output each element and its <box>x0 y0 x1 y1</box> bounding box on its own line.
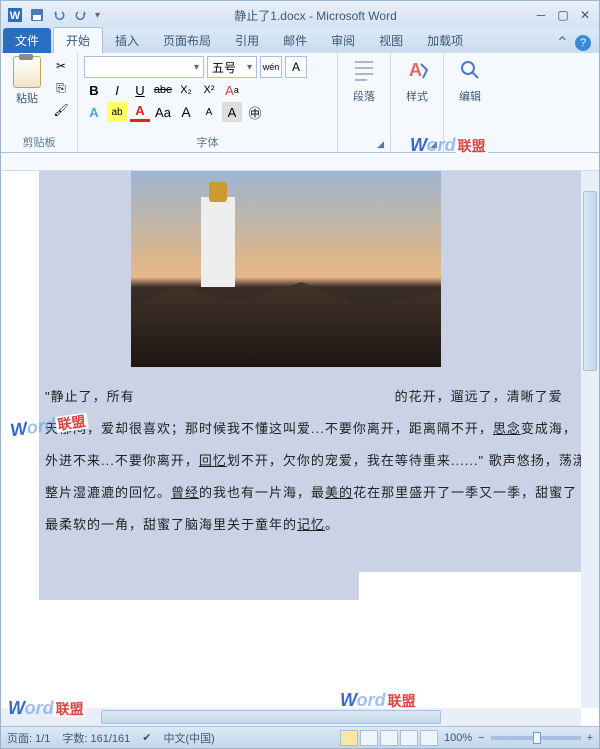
horizontal-scrollbar[interactable] <box>1 708 581 726</box>
page-indicator[interactable]: 页面: 1/1 <box>7 730 50 746</box>
clipboard-group-label: 剪贴板 <box>7 132 71 150</box>
full-screen-view[interactable] <box>360 730 378 746</box>
enclose-char-button[interactable]: ㊥ <box>245 102 265 122</box>
zoom-level[interactable]: 100% <box>444 732 472 744</box>
char-border-icon[interactable]: A <box>285 56 307 78</box>
underline-button[interactable]: U <box>130 80 150 100</box>
maximize-button[interactable]: ▢ <box>553 7 573 23</box>
language-indicator[interactable]: 中文(中国) <box>164 730 215 746</box>
paste-label: 粘贴 <box>16 90 38 106</box>
horizontal-ruler[interactable] <box>1 153 599 171</box>
group-font: ▾ 五号▾ wén A B I U abe X₂ X² Aa A ab <box>78 53 338 152</box>
char-shading-button[interactable]: A <box>222 102 242 122</box>
font-size-combo[interactable]: 五号▾ <box>207 56 257 78</box>
subscript-button[interactable]: X₂ <box>176 80 196 100</box>
paragraph-icon <box>352 56 376 86</box>
document-area: "静止了，所有的花开，遛远了，清晰了爱 天郁闷，爱却很喜欢；那时候我不懂这叫爱.… <box>1 153 599 726</box>
word-count[interactable]: 字数: 161/161 <box>62 730 130 746</box>
word-window: W ▾ 静止了1.docx - Microsoft Word ─ ▢ ✕ 文件 … <box>0 0 600 749</box>
change-case-button[interactable]: Aa <box>153 102 173 122</box>
redo-icon[interactable] <box>71 5 91 25</box>
font-name-combo[interactable]: ▾ <box>84 56 204 78</box>
document-text[interactable]: "静止了，所有的花开，遛远了，清晰了爱 天郁闷，爱却很喜欢；那时候我不懂这叫爱.… <box>45 381 581 541</box>
window-title: 静止了1.docx - Microsoft Word <box>100 7 531 24</box>
outline-view[interactable] <box>400 730 418 746</box>
ribbon-minimize-icon[interactable]: ⌃ <box>556 33 569 53</box>
close-button[interactable]: ✕ <box>575 7 595 23</box>
styles-button[interactable]: A样式 <box>397 56 437 148</box>
ribbon: 粘贴 ✂ ⎘ 🖌 剪贴板 ▾ 五号▾ wén A B <box>1 53 599 153</box>
group-clipboard: 粘贴 ✂ ⎘ 🖌 剪贴板 <box>1 53 78 152</box>
window-controls: ─ ▢ ✕ <box>531 7 595 23</box>
zoom-in-button[interactable]: + <box>587 732 593 744</box>
ribbon-tabs: 文件 开始 插入 页面布局 引用 邮件 审阅 视图 加载项 ⌃ ? <box>1 29 599 53</box>
embedded-image[interactable] <box>131 171 441 367</box>
tab-view[interactable]: 视图 <box>367 28 415 53</box>
highlight-button[interactable]: ab <box>107 102 127 122</box>
paste-button[interactable]: 粘贴 <box>7 56 47 132</box>
draft-view[interactable] <box>420 730 438 746</box>
tab-addins[interactable]: 加载项 <box>415 28 475 53</box>
cut-icon[interactable]: ✂ <box>51 56 71 76</box>
tab-file[interactable]: 文件 <box>3 28 51 53</box>
tab-references[interactable]: 引用 <box>223 28 271 53</box>
quick-access-toolbar: W ▾ <box>5 5 100 25</box>
page-viewport[interactable]: "静止了，所有的花开，遛远了，清晰了爱 天郁闷，爱却很喜欢；那时候我不懂这叫爱.… <box>1 171 581 708</box>
bold-button[interactable]: B <box>84 80 104 100</box>
shrink-font-button[interactable]: A <box>199 102 219 122</box>
tab-home[interactable]: 开始 <box>53 27 103 53</box>
format-painter-icon[interactable]: 🖌 <box>51 100 71 120</box>
find-icon <box>458 56 482 86</box>
phonetic-guide-icon[interactable]: wén <box>260 56 282 78</box>
hscroll-thumb[interactable] <box>101 710 441 724</box>
superscript-button[interactable]: X² <box>199 80 219 100</box>
undo-icon[interactable] <box>49 5 69 25</box>
style-launcher[interactable]: ◢ <box>430 139 437 150</box>
tab-insert[interactable]: 插入 <box>103 28 151 53</box>
font-color-button[interactable]: A <box>130 102 150 122</box>
paragraph-button[interactable]: 段落 <box>344 56 384 148</box>
text-effect-button[interactable]: A <box>84 102 104 122</box>
zoom-slider[interactable] <box>491 736 581 740</box>
tab-review[interactable]: 审阅 <box>319 28 367 53</box>
clear-format-button[interactable]: Aa <box>222 80 242 100</box>
grow-font-button[interactable]: A <box>176 102 196 122</box>
svg-text:A: A <box>409 60 422 80</box>
styles-icon: A <box>405 56 429 86</box>
group-paragraph: 段落 ◢ <box>338 53 391 152</box>
strike-button[interactable]: abe <box>153 80 173 100</box>
minimize-button[interactable]: ─ <box>531 7 551 23</box>
zoom-out-button[interactable]: − <box>478 732 484 744</box>
vertical-scrollbar[interactable] <box>581 171 599 708</box>
tab-mailings[interactable]: 邮件 <box>271 28 319 53</box>
titlebar: W ▾ 静止了1.docx - Microsoft Word ─ ▢ ✕ <box>1 1 599 29</box>
web-layout-view[interactable] <box>380 730 398 746</box>
help-icon[interactable]: ? <box>575 35 591 51</box>
proofing-icon[interactable]: ✔ <box>142 731 151 744</box>
para-launcher[interactable]: ◢ <box>377 139 384 150</box>
group-editing: 编辑 <box>444 53 496 152</box>
save-icon[interactable] <box>27 5 47 25</box>
editing-button[interactable]: 编辑 <box>450 56 490 148</box>
print-layout-view[interactable] <box>340 730 358 746</box>
vscroll-thumb[interactable] <box>583 191 597 371</box>
copy-icon[interactable]: ⎘ <box>51 78 71 98</box>
para-group-label: ◢ <box>344 148 384 150</box>
italic-button[interactable]: I <box>107 80 127 100</box>
word-icon[interactable]: W <box>5 5 25 25</box>
svg-text:W: W <box>10 10 21 22</box>
font-group-label: 字体 <box>84 132 331 150</box>
tab-layout[interactable]: 页面布局 <box>151 28 223 53</box>
zoom-thumb[interactable] <box>533 732 541 744</box>
clipboard-icon <box>13 56 41 88</box>
group-styles: A样式 ◢ <box>391 53 444 152</box>
text-selection-tail <box>39 572 359 600</box>
statusbar: 页面: 1/1 字数: 161/161 ✔ 中文(中国) 100% − + <box>1 726 599 748</box>
style-group-label: ◢ <box>397 148 437 150</box>
